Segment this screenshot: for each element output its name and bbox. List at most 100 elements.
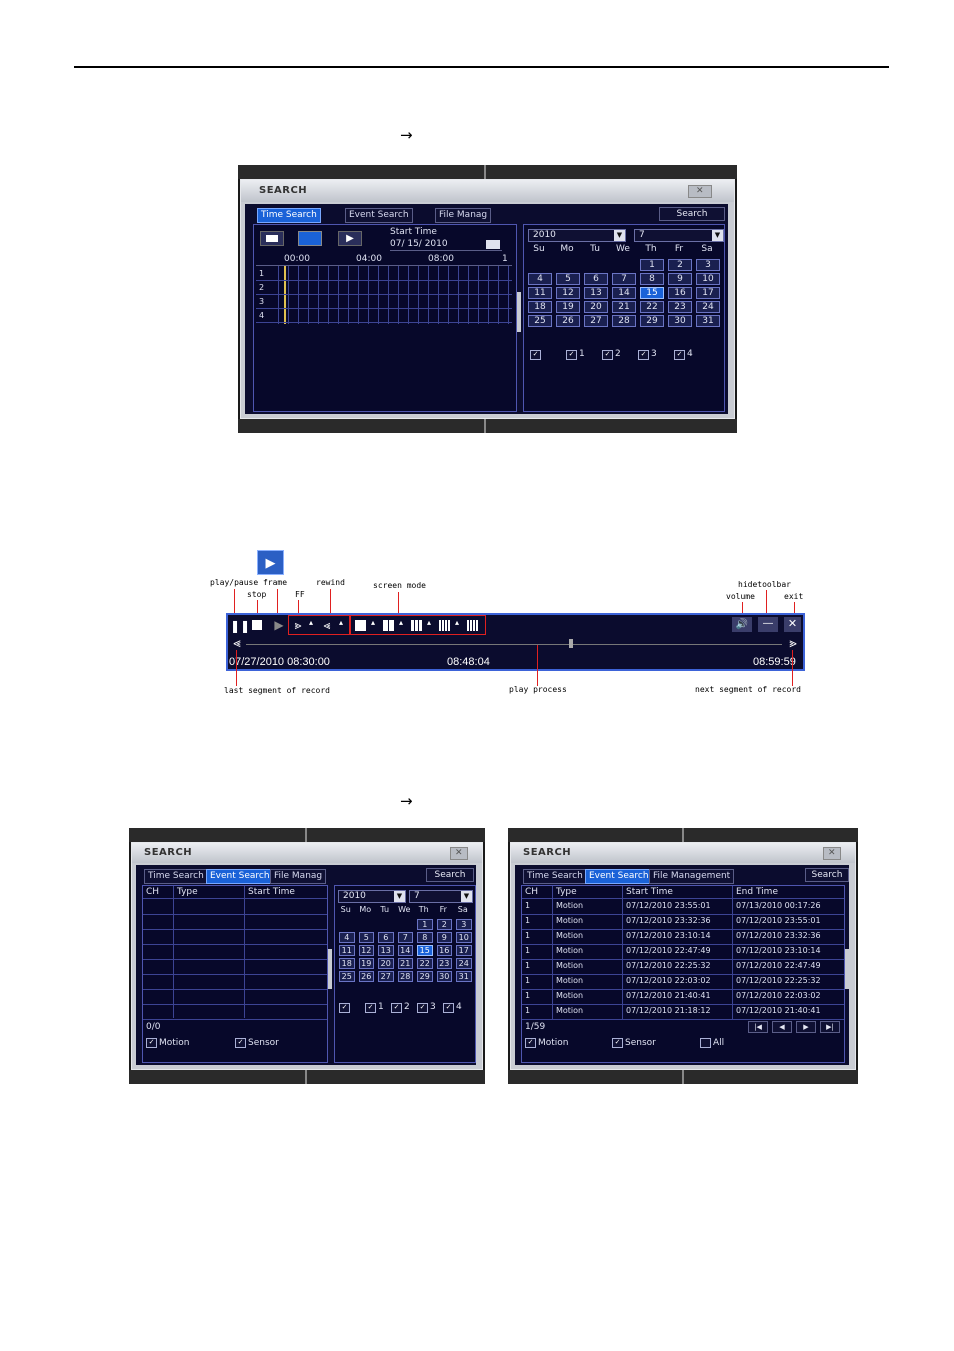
table-row[interactable]: 1 Motion 07/12/2010 23:55:01 07/13/2010 00:…: [522, 899, 844, 915]
calendar-day[interactable]: 13: [378, 945, 394, 956]
month-select[interactable]: 7 ▼: [634, 229, 724, 242]
next-segment-icon[interactable]: ⪢: [786, 637, 800, 651]
calendar-day[interactable]: 3: [456, 919, 472, 930]
year-select[interactable]: 2010 ▼: [528, 229, 626, 242]
calendar-day-today[interactable]: 15: [417, 945, 433, 956]
calendar-day[interactable]: 23: [668, 301, 692, 313]
chevron-up-icon[interactable]: ▴: [453, 616, 461, 630]
sensor-checkbox[interactable]: ✓: [235, 1038, 246, 1048]
rewind-icon[interactable]: ⪡: [319, 618, 335, 632]
splitter-handle[interactable]: [517, 292, 521, 332]
calendar-day[interactable]: 7: [397, 932, 413, 943]
month-select[interactable]: 7 ▼: [409, 890, 473, 903]
play-icon[interactable]: ▶: [338, 231, 362, 246]
twentyfour-screen-icon[interactable]: [467, 620, 479, 631]
channel-checkbox[interactable]: ✓: [674, 350, 685, 360]
fast-forward-icon[interactable]: ⪢: [290, 618, 306, 632]
calendar-day[interactable]: 2: [668, 259, 692, 271]
calendar-day[interactable]: 18: [528, 301, 552, 313]
channel-checkbox[interactable]: ✓: [417, 1003, 428, 1013]
progress-track[interactable]: [246, 644, 782, 645]
calendar-day[interactable]: 1: [417, 919, 433, 930]
all-channels-checkbox[interactable]: ✓: [530, 350, 541, 360]
calendar-day[interactable]: 14: [397, 945, 413, 956]
first-page-button[interactable]: |◀: [748, 1021, 768, 1033]
table-row[interactable]: [143, 914, 327, 930]
tab-file-manage[interactable]: File Manag: [435, 208, 492, 223]
calendar-day[interactable]: 25: [528, 315, 552, 327]
calendar-day[interactable]: 17: [456, 945, 472, 956]
calendar-day[interactable]: 20: [584, 301, 608, 313]
calendar-day[interactable]: 22: [417, 958, 433, 969]
calendar-day[interactable]: 21: [612, 301, 636, 313]
calendar-day[interactable]: 17: [696, 287, 720, 299]
calendar-day[interactable]: 24: [696, 301, 720, 313]
tab-event-search[interactable]: Event Search: [345, 208, 413, 223]
close-button[interactable]: ✕: [450, 847, 468, 860]
next-page-button[interactable]: ▶: [796, 1021, 816, 1033]
table-row[interactable]: [143, 1004, 327, 1020]
calendar-day[interactable]: 22: [640, 301, 664, 313]
table-row[interactable]: 1 Motion 07/12/2010 23:10:14 07/12/2010 23:…: [522, 929, 844, 945]
calendar-day[interactable]: 12: [556, 287, 580, 299]
calendar-day[interactable]: 9: [436, 932, 452, 943]
previous-segment-icon[interactable]: ⪡: [230, 637, 244, 651]
tab-time-search[interactable]: Time Search: [257, 208, 321, 223]
calendar-day[interactable]: 10: [696, 273, 720, 285]
calendar-day[interactable]: 3: [696, 259, 720, 271]
search-button[interactable]: Search: [426, 868, 474, 882]
splitter-handle[interactable]: [328, 949, 332, 989]
calendar-day[interactable]: 31: [696, 315, 720, 327]
motion-checkbox[interactable]: ✓: [525, 1038, 536, 1048]
all-checkbox[interactable]: [700, 1038, 711, 1048]
tab-event-search[interactable]: Event Search: [585, 869, 653, 884]
calendar-day[interactable]: 4: [528, 273, 552, 285]
tab-time-search[interactable]: Time Search: [144, 869, 208, 884]
table-row[interactable]: [143, 929, 327, 945]
calendar-day[interactable]: 5: [358, 932, 374, 943]
search-button[interactable]: Search: [805, 868, 849, 882]
close-button[interactable]: ✕: [688, 185, 712, 198]
channel-checkbox[interactable]: ✓: [365, 1003, 376, 1013]
calendar-day[interactable]: 30: [668, 315, 692, 327]
table-row[interactable]: 1 Motion 07/12/2010 21:18:12 07/12/2010 21:…: [522, 1004, 844, 1020]
calendar-day[interactable]: 25: [339, 971, 355, 982]
calendar-day[interactable]: 4: [339, 932, 355, 943]
channel-checkbox[interactable]: ✓: [443, 1003, 454, 1013]
table-row[interactable]: [143, 944, 327, 960]
calendar-day[interactable]: 27: [584, 315, 608, 327]
calendar-day[interactable]: 13: [584, 287, 608, 299]
table-row[interactable]: 1 Motion 07/12/2010 22:03:02 07/12/2010 22:…: [522, 974, 844, 990]
calendar-day-today[interactable]: 15: [640, 287, 664, 299]
close-button[interactable]: ✕: [823, 847, 841, 860]
calendar-day[interactable]: 30: [436, 971, 452, 982]
calendar-day[interactable]: 5: [556, 273, 580, 285]
event-table[interactable]: 1 Motion 07/12/2010 23:55:01 07/13/2010 00:…: [522, 899, 844, 1020]
calendar-day[interactable]: 1: [640, 259, 664, 271]
calendar-day[interactable]: 27: [378, 971, 394, 982]
calendar-icon[interactable]: [486, 240, 500, 249]
chevron-up-icon[interactable]: ▴: [425, 616, 433, 630]
table-row[interactable]: [143, 974, 327, 990]
calendar-day[interactable]: 19: [556, 301, 580, 313]
chevron-up-icon[interactable]: ▴: [397, 616, 405, 630]
calendar-day[interactable]: 7: [612, 273, 636, 285]
calendar-day[interactable]: 26: [358, 971, 374, 982]
tab-event-search[interactable]: Event Search: [206, 869, 274, 884]
calendar-day[interactable]: 11: [339, 945, 355, 956]
frame-icon[interactable]: ▶: [272, 618, 286, 632]
chevron-up-icon[interactable]: ▴: [369, 616, 377, 630]
calendar-day[interactable]: 8: [417, 932, 433, 943]
table-row[interactable]: 1 Motion 07/12/2010 23:32:36 07/12/2010 23:…: [522, 914, 844, 930]
tab-file-manage[interactable]: File Manag: [270, 869, 327, 884]
search-button[interactable]: Search: [659, 207, 725, 221]
exit-button[interactable]: ✕: [784, 617, 801, 632]
event-table[interactable]: [143, 899, 327, 1020]
calendar-day[interactable]: 14: [612, 287, 636, 299]
calendar-day[interactable]: 29: [640, 315, 664, 327]
calendar-day[interactable]: 12: [358, 945, 374, 956]
table-row[interactable]: 1 Motion 07/12/2010 22:47:49 07/12/2010 23:…: [522, 944, 844, 960]
chevron-up-icon[interactable]: ▴: [307, 616, 315, 630]
all-channels-checkbox[interactable]: ✓: [339, 1003, 350, 1013]
volume-icon[interactable]: 🔊: [732, 617, 752, 632]
